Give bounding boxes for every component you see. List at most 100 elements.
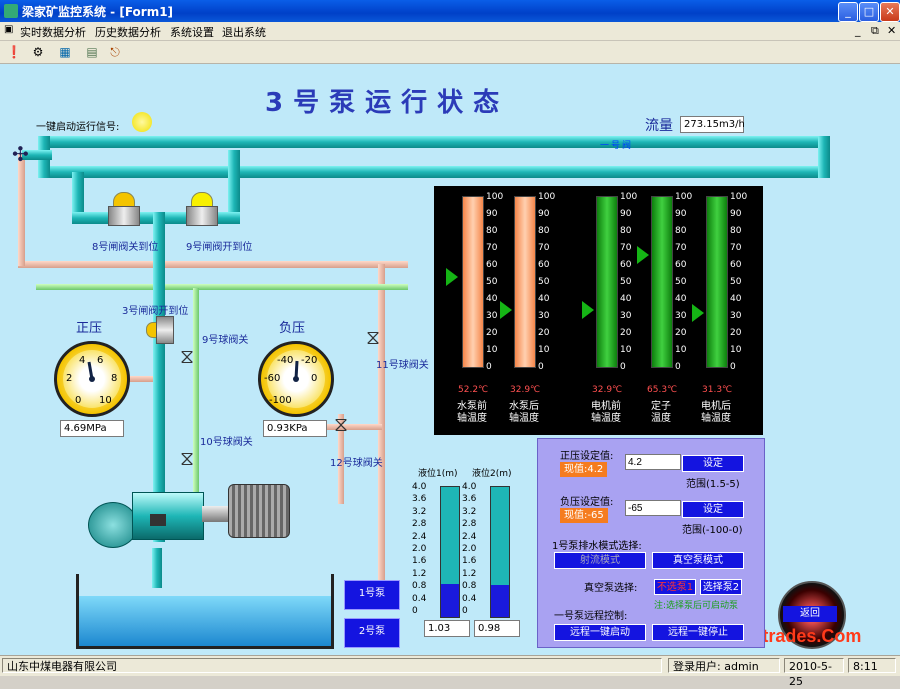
mdi-close-button[interactable]: ✕ [887, 24, 896, 37]
gate-valve-9[interactable] [186, 192, 218, 226]
menu-realtime[interactable]: 实时数据分析 [20, 24, 86, 40]
temp-tick: 100 [620, 192, 638, 202]
return-button[interactable]: 返回 [783, 606, 837, 622]
temp-tick: 50 [675, 277, 687, 287]
menu-history[interactable]: 历史数据分析 [95, 24, 161, 40]
neg-set-label: 负压设定值: [560, 497, 614, 508]
temp-column [462, 196, 484, 368]
ball-valve-9[interactable]: ⧖ [180, 344, 194, 368]
temp-column [651, 196, 673, 368]
exit-icon[interactable]: ⎋ [105, 43, 125, 61]
pos-pressure-gauge: 0 2 4 6 8 10 [54, 341, 130, 417]
mode-vacuum-button[interactable]: 真空泵模式 [652, 552, 744, 569]
temp-name-line2: 轴温度 [457, 413, 487, 424]
temp-tick: 50 [730, 277, 742, 287]
menu-exit[interactable]: 退出系统 [222, 24, 266, 40]
temp-name-line1: 定子 [651, 401, 671, 412]
gate-valve-8[interactable] [108, 192, 140, 226]
temp-tick: 30 [675, 311, 687, 321]
level-tick: 2.4 [412, 531, 427, 542]
mode-jet-button[interactable]: 射流模式 [554, 552, 646, 569]
mode-label: 1号泵排水模式选择: [552, 541, 642, 552]
status-bar: 山东中煤电器有限公司 登录用户: admin 2010-5-25 8:11 [0, 655, 900, 688]
temp-tick: 40 [538, 294, 550, 304]
vacuum-no-select-button[interactable]: 不选泵1 [654, 579, 696, 595]
neg-pressure-value: 0.93KPa [263, 420, 327, 437]
status-time: 8:11 [848, 658, 896, 673]
neg-set-button[interactable]: 设定 [682, 501, 744, 518]
neg-gauge-needle [293, 360, 299, 382]
temp-value: 65.3℃ [647, 385, 678, 395]
ball-valve-11[interactable]: ⧖ [366, 325, 380, 349]
level-tick: 2.8 [462, 519, 477, 530]
level-tick: 0.4 [462, 593, 477, 604]
level-tick: 2.8 [412, 519, 427, 530]
window-title: 梁家矿监控系统 - [Form1] [22, 5, 174, 19]
level-tick: 4.0 [412, 482, 427, 492]
temp-tick: 0 [538, 362, 544, 372]
temp-name-line1: 电机后 [701, 401, 731, 412]
level-tick: 3.6 [412, 494, 427, 505]
suction-pipe [152, 548, 162, 588]
temp-pointer [500, 301, 512, 320]
temp-column [596, 196, 618, 368]
pump-motor-unit[interactable] [88, 484, 290, 554]
alarm-icon[interactable]: ❗ [4, 43, 24, 61]
pos-range-text: 范围(1.5-5) [686, 479, 740, 490]
temp-name-line2: 轴温度 [701, 413, 731, 424]
pump1-button[interactable]: 1号泵 [344, 580, 400, 610]
temp-name-line1: 电机前 [591, 401, 621, 412]
temp-tick: 90 [538, 209, 550, 219]
neg-set-input[interactable] [625, 500, 681, 516]
temp-pointer [637, 245, 649, 264]
ball-valve-10-label: 10号球阀关 [200, 437, 253, 448]
temp-name: 电机后 轴温度 [692, 401, 740, 425]
status-user-label: 登录用户: [673, 660, 721, 673]
maximize-button[interactable]: □ [859, 2, 879, 22]
title-bar: 梁家矿监控系统 - [Form1] _ □ ✕ [0, 0, 900, 22]
pos-current-badge: 现值:4.2 [560, 462, 608, 477]
status-date: 2010-5-25 [784, 658, 844, 688]
chart-icon[interactable]: ▦ [55, 43, 75, 61]
report-icon[interactable]: ▤ [82, 43, 102, 61]
pos-gauge-needle [87, 361, 95, 382]
pos-set-button[interactable]: 设定 [682, 455, 744, 472]
neg-pressure-gauge: -100 -60 -40 -20 0 [258, 341, 334, 417]
temp-tick: 0 [486, 362, 492, 372]
temp-tick: 30 [730, 311, 742, 321]
level-tick: 2.0 [462, 544, 477, 554]
valve-handwheel-icon[interactable]: ✣ [12, 144, 36, 166]
vacuum-pipe [36, 284, 408, 290]
temp-name: 电机前 轴温度 [582, 401, 630, 425]
mdi-minimize-button[interactable]: _ [855, 24, 861, 37]
status-user: 登录用户: admin [668, 658, 780, 673]
pump2-button[interactable]: 2号泵 [344, 618, 400, 648]
pos-set-input[interactable] [625, 454, 681, 470]
menu-settings[interactable]: 系统设置 [170, 24, 214, 40]
level-tick: 0 [462, 606, 468, 616]
close-button[interactable]: ✕ [880, 2, 900, 22]
temp-tick: 10 [675, 345, 687, 355]
remote-label: 一号泵远程控制: [554, 611, 628, 622]
flow-value: 273.15m3/h [680, 116, 745, 133]
temp-tick: 40 [620, 294, 632, 304]
vacuum-select2-button[interactable]: 选择泵2 [700, 579, 742, 595]
ball-valve-10[interactable]: ⧖ [180, 446, 194, 470]
sump-water [78, 596, 332, 646]
level2-tube [490, 486, 510, 618]
wrench-icon[interactable]: ⚙ [28, 43, 48, 61]
level1-tube [440, 486, 460, 618]
temp-tick: 10 [486, 345, 498, 355]
temp-value: 32.9℃ [510, 385, 541, 395]
temp-name: 水泵后 轴温度 [500, 401, 548, 425]
temp-name: 水泵前 轴温度 [448, 401, 496, 425]
remote-start-button[interactable]: 远程一键启动 [554, 624, 646, 641]
minimize-button[interactable]: _ [838, 2, 858, 22]
remote-stop-button[interactable]: 远程一键停止 [652, 624, 744, 641]
ball-valve-12[interactable]: ⧖ [334, 412, 348, 436]
mdi-restore-button[interactable]: ⧉ [871, 24, 879, 38]
page-title: 3号泵运行状态 [265, 88, 510, 118]
gate-valve-3[interactable] [146, 316, 174, 344]
toolbar: ❗ ⚙ ▦ ▤ ⎋ [0, 41, 900, 64]
neg-pressure-label: 负压 [279, 321, 306, 336]
